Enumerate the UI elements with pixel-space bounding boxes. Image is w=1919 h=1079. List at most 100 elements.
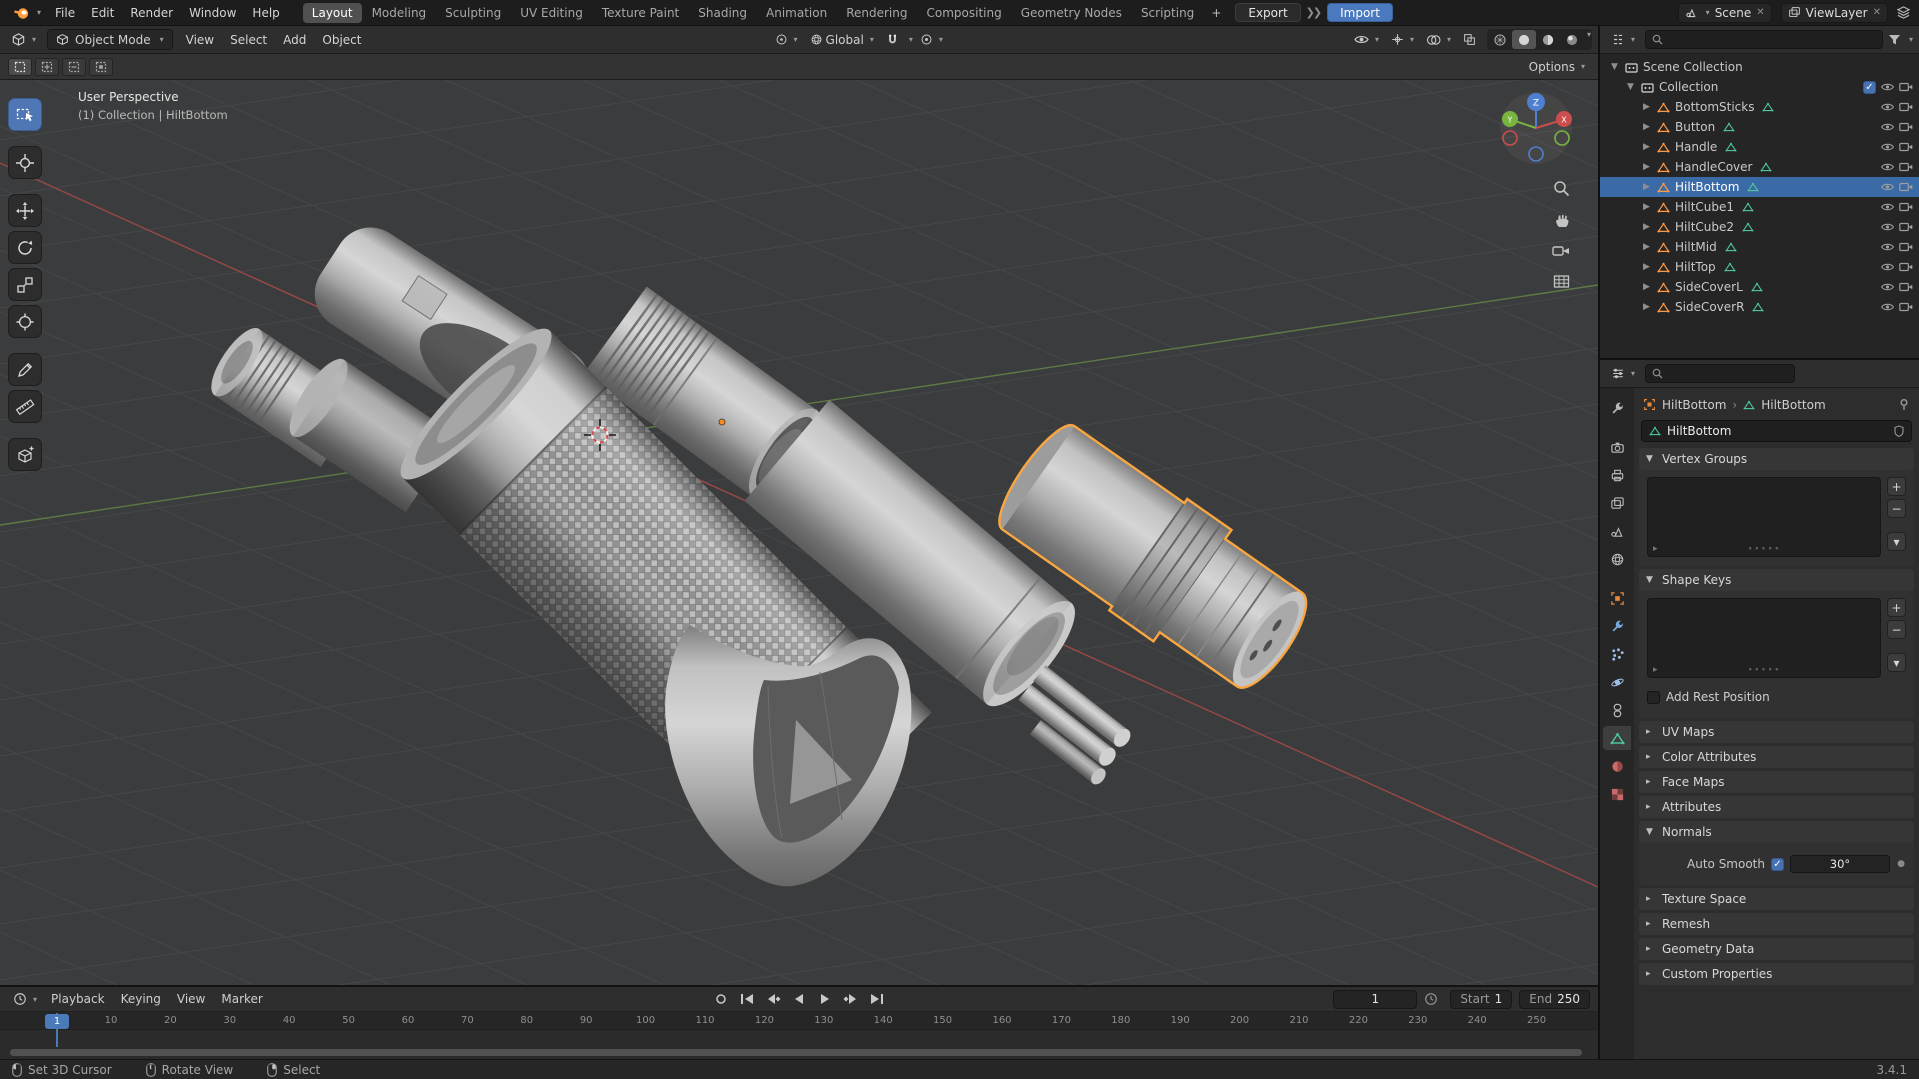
tool-select-box[interactable] [8,98,42,131]
workspace-tab[interactable]: Animation [757,3,836,23]
unlink-scene-icon[interactable]: ✕ [1756,7,1764,18]
camera-icon[interactable] [1899,262,1913,272]
eye-icon[interactable] [1880,262,1895,272]
orthographic-grid-icon[interactable] [1553,273,1570,290]
tab-output[interactable] [1603,463,1631,487]
select-mode-subtract-button[interactable] [62,57,86,76]
workspace-tab[interactable]: Sculpting [436,3,510,23]
tool-add-cube[interactable] [8,438,42,471]
app-menu-item[interactable]: Help [244,3,287,23]
select-mode-invert-button[interactable] [89,57,113,76]
timeline-scrollbar[interactable] [10,1049,1582,1057]
vertex-group-specials-button[interactable]: ▾ [1887,532,1906,551]
play-reverse-button[interactable] [787,990,811,1009]
timeline-track[interactable] [0,1029,1598,1048]
tool-move[interactable] [8,194,42,227]
disclosure-triangle-icon[interactable]: ▶ [1640,302,1653,312]
list-resize-grip[interactable]: ∙∙∙∙∙ [1747,544,1780,554]
eye-icon[interactable] [1880,82,1895,92]
eye-icon[interactable] [1880,102,1895,112]
shading-solid-button[interactable] [1511,30,1536,49]
workspace-tab[interactable]: Compositing [917,3,1010,23]
shape-key-remove-button[interactable]: − [1887,620,1906,639]
workspace-tab[interactable]: Texture Paint [593,3,688,23]
add-rest-position-checkbox[interactable] [1647,690,1660,704]
timeline-editor-type-button[interactable]: ▾ [8,990,42,1008]
camera-icon[interactable] [1899,302,1913,312]
playhead-frame-badge[interactable]: 1 [45,1014,69,1029]
list-filter-arrow-icon[interactable]: ▸ [1653,665,1658,675]
camera-icon[interactable] [1899,82,1913,92]
shading-material-button[interactable] [1536,30,1560,49]
viewport-menu-item[interactable]: View [179,30,221,50]
vertex-group-add-button[interactable]: + [1887,477,1906,496]
viewport-options-dropdown[interactable]: Options ▾ [1524,58,1590,76]
disclosure-triangle-icon[interactable]: ▶ [1640,202,1653,212]
panel-header-uv-maps[interactable]: ▸ UV Maps [1639,721,1914,743]
disclosure-triangle-icon[interactable]: ▶ [1640,262,1653,272]
outliner-object-row[interactable]: ▶ HiltCube2 [1600,217,1919,237]
filter-dropdown[interactable]: ▾ [1909,35,1913,44]
panel-header-attributes[interactable]: ▸ Attributes [1639,796,1914,818]
camera-view-icon[interactable] [1552,244,1570,258]
outliner-scene-collection-row[interactable]: ▼ Scene Collection [1600,57,1919,77]
shape-key-specials-button[interactable]: ▾ [1887,653,1906,672]
xray-toggle[interactable] [1458,31,1481,48]
panel-header-custom-properties[interactable]: ▸ Custom Properties [1639,963,1914,985]
outliner-collection-row[interactable]: ▼ Collection ✓ [1600,77,1919,97]
tool-annotate[interactable] [8,353,42,386]
timeline-menu-item[interactable]: Playback [44,989,112,1009]
panel-header-geometry-data[interactable]: ▸ Geometry Data [1639,938,1914,960]
panel-header-face-maps[interactable]: ▸ Face Maps [1639,771,1914,793]
eye-icon[interactable] [1880,142,1895,152]
timeline-menu-item[interactable]: View [170,989,212,1009]
tool-transform[interactable] [8,305,42,338]
outliner-object-row[interactable]: ▶ Handle [1600,137,1919,157]
outliner-object-row[interactable]: ▶ HandleCover [1600,157,1919,177]
disclosure-triangle-icon[interactable]: ▶ [1640,282,1653,292]
animate-decorator-icon[interactable]: ● [1896,859,1906,869]
disclosure-triangle-icon[interactable]: ▶ [1640,162,1653,172]
blender-logo-icon[interactable]: ▾ [8,3,46,23]
app-menu-item[interactable]: Window [181,3,244,23]
tab-material[interactable] [1603,754,1631,778]
workspace-tab[interactable]: Modeling [363,3,436,23]
timeline-menu-item[interactable]: Marker [214,989,269,1009]
outliner-search-input[interactable] [1668,33,1876,46]
app-menu-item[interactable]: Edit [83,3,122,23]
workspace-tab[interactable]: Geometry Nodes [1012,3,1131,23]
properties-editor-type-button[interactable]: ▾ [1606,365,1640,382]
disclosure-triangle-icon[interactable]: ▼ [1608,62,1621,72]
disclosure-triangle-icon[interactable]: ▶ [1640,222,1653,232]
camera-icon[interactable] [1899,242,1913,252]
camera-icon[interactable] [1899,102,1913,112]
play-button[interactable] [813,990,837,1009]
workspace-tab[interactable]: UV Editing [511,3,592,23]
import-button[interactable]: Import [1327,3,1393,22]
app-menu-item[interactable]: File [47,3,83,23]
shading-dropdown[interactable]: ▾ [1587,30,1591,49]
panel-header-vertex-groups[interactable]: ▼ Vertex Groups [1639,448,1914,470]
tab-scene[interactable] [1603,519,1631,543]
editor-type-button[interactable]: ▾ [6,30,41,49]
tool-cursor[interactable] [8,146,42,179]
shape-keys-list[interactable]: ▸ ∙∙∙∙∙ [1647,598,1881,678]
eye-icon[interactable] [1880,222,1895,232]
camera-icon[interactable] [1899,202,1913,212]
frame-start-field[interactable]: Start 1 [1450,989,1513,1009]
camera-icon[interactable] [1899,282,1913,292]
outliner-object-row[interactable]: ▶ SideCoverL [1600,277,1919,297]
properties-search[interactable] [1645,364,1796,383]
panel-header-texture-space[interactable]: ▸ Texture Space [1639,888,1914,910]
mode-selector[interactable]: Object Mode ▾ [47,29,173,50]
unlink-viewlayer-icon[interactable]: ✕ [1873,7,1881,18]
camera-icon[interactable] [1899,122,1913,132]
tab-texture[interactable] [1603,782,1631,806]
eye-icon[interactable] [1880,122,1895,132]
viewport-menu-item[interactable]: Select [223,30,274,50]
shading-wireframe-button[interactable] [1488,30,1512,49]
playback-sync-icon[interactable] [1419,990,1443,1009]
orientation-selector[interactable]: Global ▾ [805,31,879,49]
eye-icon[interactable] [1880,282,1895,292]
viewport-menu-item[interactable]: Add [276,30,313,50]
